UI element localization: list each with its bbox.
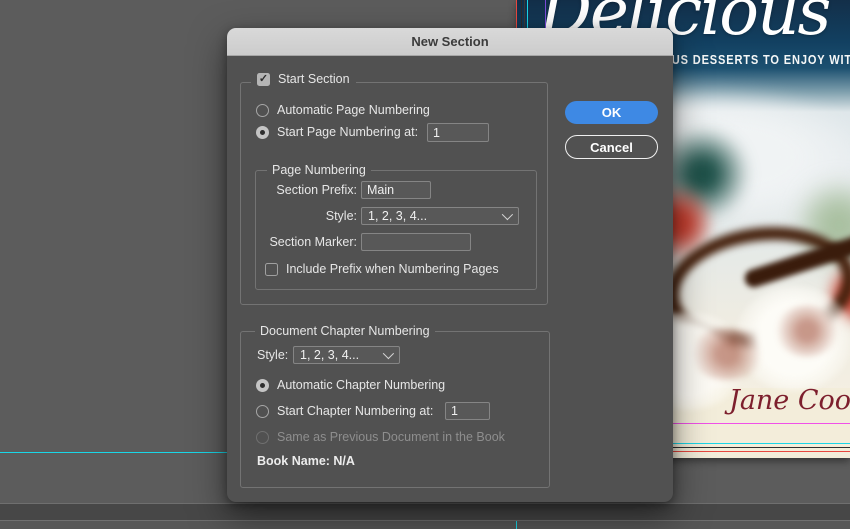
chapter-numbering-legend: Document Chapter Numbering <box>255 324 435 338</box>
photo-cocoa-dust <box>775 305 839 357</box>
cover-author: Jane Cooper <box>729 385 850 416</box>
include-prefix-label: Include Prefix when Numbering Pages <box>286 262 499 276</box>
same-as-previous-radio <box>256 430 269 444</box>
chevron-down-icon <box>501 208 514 221</box>
auto-chapter-numbering-label: Automatic Chapter Numbering <box>277 378 446 392</box>
dialog-body: ✓ Start Section Automatic Page Numbering… <box>227 56 673 502</box>
start-chapter-numbering-radio[interactable] <box>256 404 269 418</box>
same-as-previous-row: Same as Previous Document in the Book <box>256 430 505 444</box>
new-section-dialog: New Section ✓ Start Section Automatic Pa… <box>227 28 673 502</box>
indesign-canvas: Delicious DELICIOUS DESSERTS TO ENJOY WI… <box>0 0 850 529</box>
photo-cocoa-dust <box>689 328 765 380</box>
pasteboard-band <box>0 504 850 520</box>
auto-page-numbering-label: Automatic Page Numbering <box>277 103 430 117</box>
start-chapter-numbering-label: Start Chapter Numbering at: <box>277 404 434 418</box>
start-chapter-number-input[interactable] <box>445 402 490 420</box>
section-marker-input[interactable] <box>361 233 471 251</box>
chapter-style-value: 1, 2, 3, 4... <box>300 348 360 362</box>
page-style-dropdown[interactable]: 1, 2, 3, 4... <box>361 207 519 225</box>
check-icon: ✓ <box>258 72 269 85</box>
chapter-style-dropdown[interactable]: 1, 2, 3, 4... <box>293 346 400 364</box>
start-section-label: Start Section <box>278 72 350 86</box>
pasteboard-band <box>0 521 850 529</box>
start-page-number-input[interactable] <box>427 123 489 142</box>
start-page-numbering-radio[interactable] <box>256 125 269 139</box>
section-prefix-label: Section Prefix: <box>276 183 357 197</box>
auto-chapter-numbering-radio[interactable] <box>256 378 269 392</box>
start-chapter-numbering-row[interactable]: Start Chapter Numbering at: <box>256 404 433 418</box>
chapter-style-label: Style: <box>257 348 289 362</box>
auto-page-numbering-radio[interactable] <box>256 103 269 117</box>
include-prefix-row[interactable]: Include Prefix when Numbering Pages <box>265 262 499 276</box>
page-style-label: Style: <box>325 209 357 223</box>
book-name-text: Book Name: N/A <box>257 454 355 468</box>
dialog-titlebar[interactable]: New Section <box>227 28 673 56</box>
guide-cyan-vertical-bottom[interactable] <box>516 521 517 529</box>
section-prefix-input[interactable] <box>361 181 431 199</box>
include-prefix-checkbox[interactable] <box>265 262 278 276</box>
auto-chapter-numbering-row[interactable]: Automatic Chapter Numbering <box>256 378 445 392</box>
cancel-button[interactable]: Cancel <box>565 135 658 159</box>
start-section-checkbox[interactable]: ✓ <box>257 72 270 86</box>
start-section-row[interactable]: ✓ Start Section <box>251 72 356 86</box>
auto-page-numbering-row[interactable]: Automatic Page Numbering <box>256 103 430 117</box>
dialog-title: New Section <box>411 34 489 49</box>
start-page-numbering-label: Start Page Numbering at: <box>277 125 419 139</box>
chevron-down-icon <box>382 347 395 360</box>
section-marker-label: Section Marker: <box>269 235 357 249</box>
page-numbering-legend: Page Numbering <box>267 163 371 177</box>
start-page-numbering-row[interactable]: Start Page Numbering at: <box>256 125 418 139</box>
page-style-value: 1, 2, 3, 4... <box>368 209 428 223</box>
ok-button[interactable]: OK <box>565 101 658 124</box>
same-as-previous-label: Same as Previous Document in the Book <box>277 430 505 444</box>
